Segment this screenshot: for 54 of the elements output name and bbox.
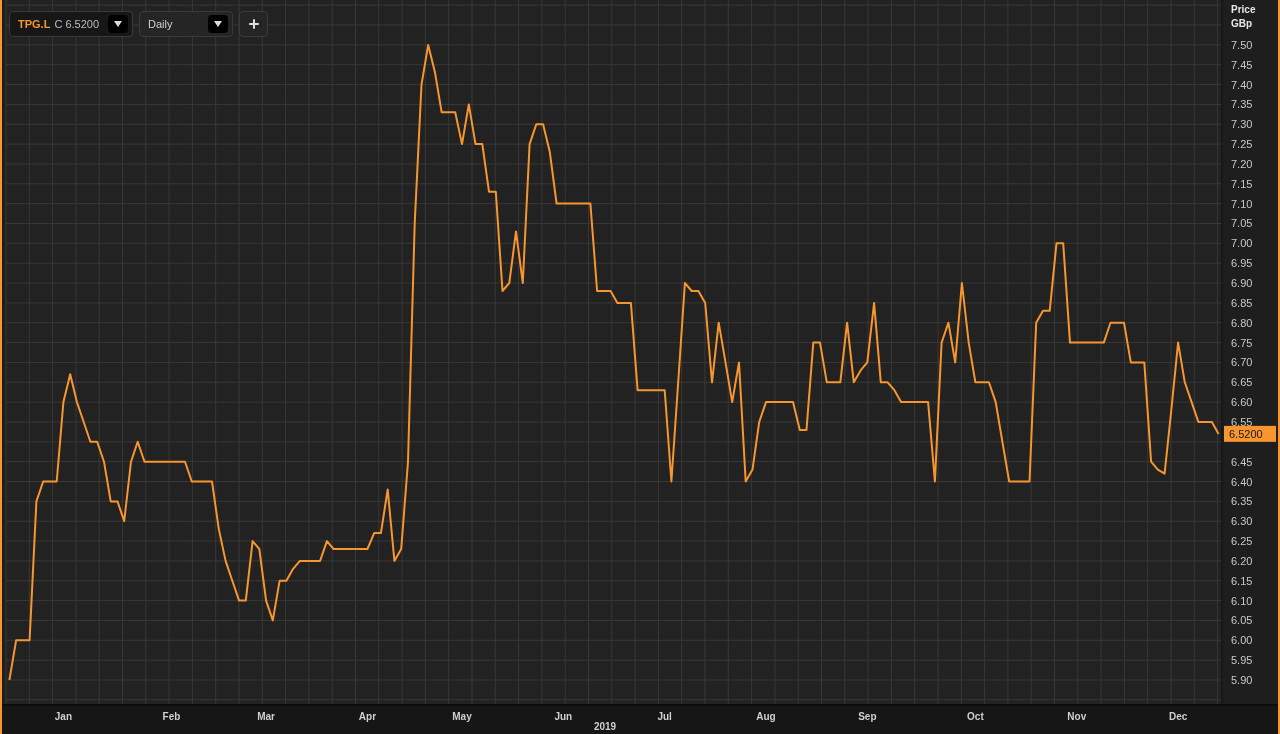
caret-icon xyxy=(208,15,228,33)
axis-label: 6.95 xyxy=(1231,257,1253,270)
axis-label: 5.90 xyxy=(1231,674,1253,686)
axis-label: Mar xyxy=(257,711,275,722)
axis-label: 6.40 xyxy=(1231,475,1253,488)
axis-label: 6.60 xyxy=(1231,396,1253,409)
axis-label: 6.45 xyxy=(1231,455,1253,468)
axis-label: 7.45 xyxy=(1231,58,1253,71)
axis-label: 6.10 xyxy=(1231,594,1253,607)
axis-label: 6.85 xyxy=(1231,296,1253,309)
axis-label: 6.55 xyxy=(1231,415,1253,428)
plus-icon xyxy=(246,17,261,31)
axis-label: 6.05 xyxy=(1231,614,1253,627)
axis-label: 7.25 xyxy=(1231,138,1253,151)
axis-label: Feb xyxy=(162,711,181,722)
axis-label: 7.15 xyxy=(1231,177,1253,190)
instrument-dropdown[interactable]: TPG.L C 6.5200 xyxy=(9,11,133,37)
axis-label: 5.95 xyxy=(1231,654,1253,667)
axis-label: Nov xyxy=(1067,711,1087,722)
axis-label: 6.15 xyxy=(1231,574,1253,587)
axis-label: 6.80 xyxy=(1231,316,1253,329)
last-price-tag: 6.5200 xyxy=(1224,425,1276,442)
axis-label: 6.65 xyxy=(1231,376,1253,389)
axis-label: 6.00 xyxy=(1231,634,1253,647)
axis-label: 6.75 xyxy=(1231,336,1253,349)
axis-label: 7.30 xyxy=(1231,118,1253,131)
axis-label: 7.10 xyxy=(1231,197,1253,210)
axis-title: 2019 xyxy=(593,721,617,732)
axis-label: 6.70 xyxy=(1231,356,1253,369)
axis-label: 7.00 xyxy=(1231,237,1253,250)
axis-label: Aug xyxy=(756,711,776,722)
axis-label: 7.40 xyxy=(1231,78,1253,91)
axis-label: 6.20 xyxy=(1231,554,1253,567)
axis-label: Jul xyxy=(657,711,672,722)
axis-label: 6.35 xyxy=(1231,495,1253,508)
axis-label: 6.25 xyxy=(1231,535,1253,548)
axis-label: 6.90 xyxy=(1231,277,1253,290)
axis-label: Sep xyxy=(858,711,877,722)
axis-label: May xyxy=(452,711,472,722)
axis-label: 7.50 xyxy=(1231,38,1253,51)
axis-label: Jun xyxy=(554,711,573,722)
axis-label: 6.30 xyxy=(1231,515,1253,528)
axis-label: Dec xyxy=(1168,711,1188,722)
axis-title: Price xyxy=(1231,4,1256,15)
add-button[interactable] xyxy=(239,11,268,37)
axis-label: 7.05 xyxy=(1231,217,1253,230)
axis-label: 7.20 xyxy=(1231,157,1253,170)
caret-icon xyxy=(108,15,128,33)
interval-dropdown[interactable]: Daily xyxy=(139,11,233,37)
axis-label: Oct xyxy=(967,711,984,722)
axis-label: 7.35 xyxy=(1231,98,1253,111)
axis-label: Jan xyxy=(54,711,73,722)
axis-label: Apr xyxy=(358,711,377,722)
axis-unit: GBp xyxy=(1231,18,1253,29)
